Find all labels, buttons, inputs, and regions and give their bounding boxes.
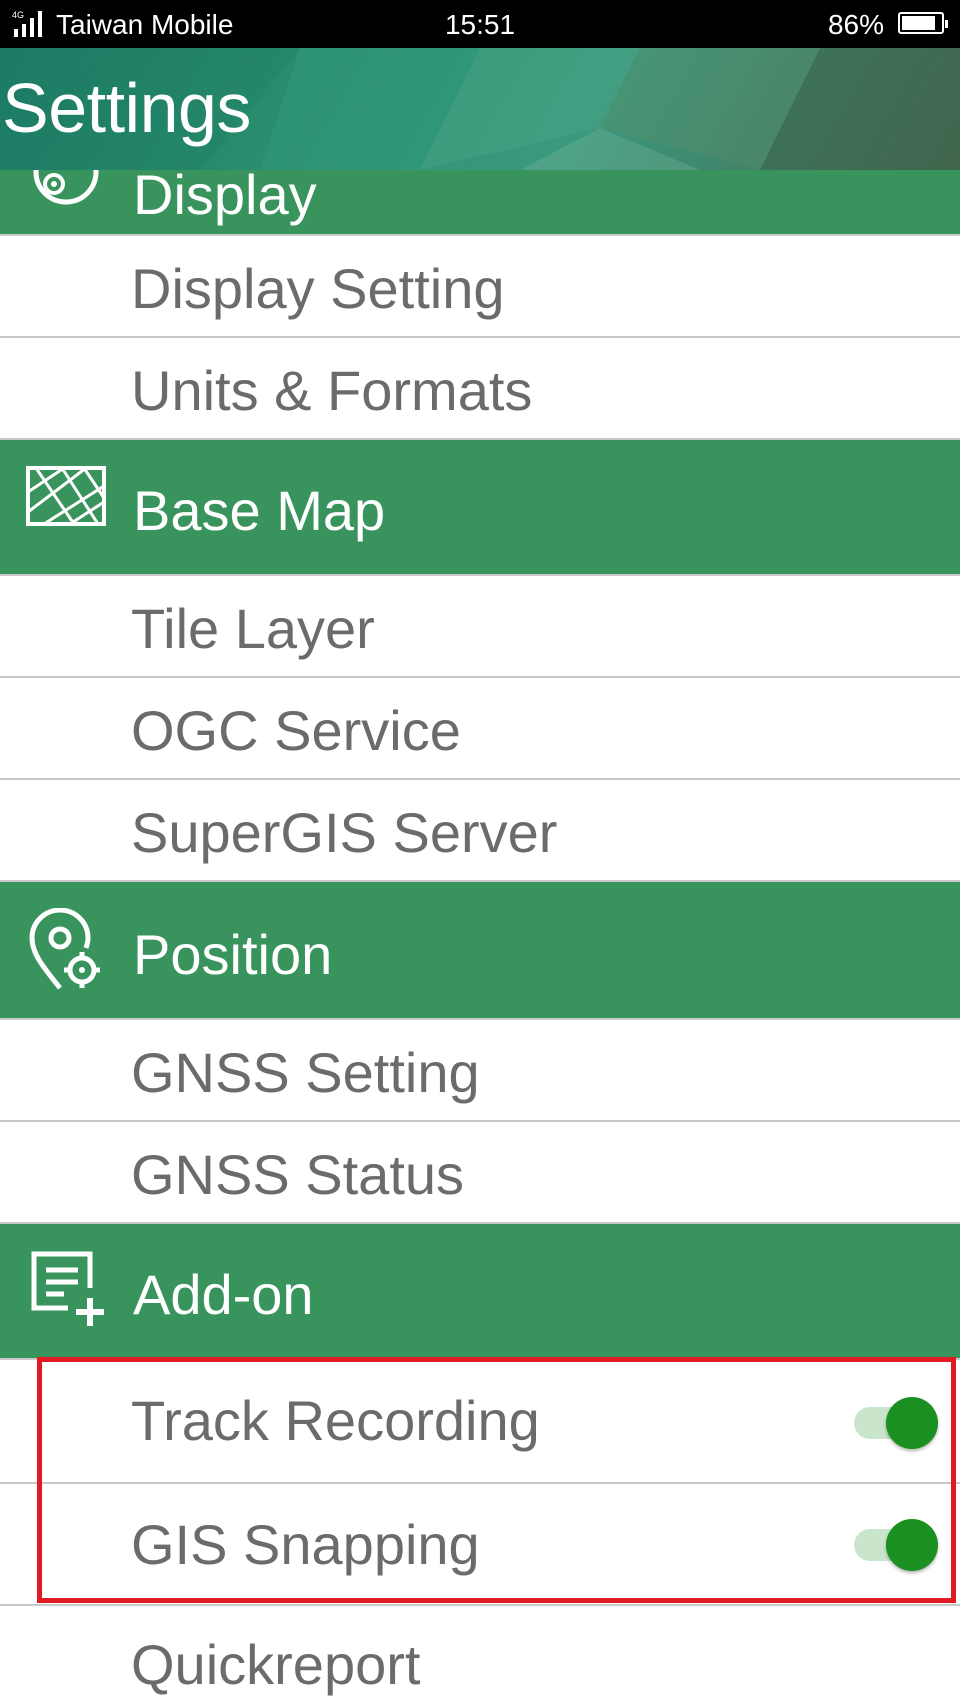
list-item-label: OGC Service bbox=[131, 699, 461, 762]
list-item-label: GNSS Setting bbox=[131, 1041, 480, 1104]
list-item-display-setting[interactable]: Display Setting bbox=[0, 236, 960, 338]
list-item-label: SuperGIS Server bbox=[131, 801, 558, 864]
add-document-icon bbox=[31, 1251, 104, 1326]
list-item-label: GIS Snapping bbox=[131, 1513, 480, 1576]
app-header: Settings bbox=[0, 48, 960, 170]
list-item-label: Display Setting bbox=[131, 257, 505, 320]
list-item-gis-snapping[interactable]: GIS Snapping bbox=[0, 1484, 960, 1606]
status-bar: 4G Taiwan Mobile 15:51 86% bbox=[0, 0, 960, 48]
list-item-label: Units & Formats bbox=[131, 359, 533, 422]
section-label: Position bbox=[133, 923, 333, 986]
list-item-label: Quickreport bbox=[131, 1633, 421, 1696]
map-icon bbox=[26, 466, 106, 526]
list-item-gnss-status[interactable]: GNSS Status bbox=[0, 1122, 960, 1224]
list-item-quickreport[interactable]: Quickreport bbox=[0, 1606, 960, 1706]
battery-percent: 86% bbox=[827, 9, 884, 40]
section-base-map: Base Map bbox=[0, 440, 960, 576]
list-item-track-recording[interactable]: Track Recording bbox=[0, 1360, 960, 1484]
section-position: Position bbox=[0, 882, 960, 1020]
list-item-label: Track Recording bbox=[131, 1389, 540, 1452]
list-item-supergis-server[interactable]: SuperGIS Server bbox=[0, 780, 960, 882]
list-item-label: Tile Layer bbox=[131, 597, 375, 660]
section-label: Add-on bbox=[133, 1263, 314, 1326]
section-label: Base Map bbox=[133, 479, 386, 542]
list-item-tile-layer[interactable]: Tile Layer bbox=[0, 576, 960, 678]
list-item-units-formats[interactable]: Units & Formats bbox=[0, 338, 960, 440]
location-target-icon bbox=[29, 908, 100, 990]
page-title: Settings bbox=[2, 69, 251, 147]
battery-icon bbox=[898, 12, 948, 34]
track-recording-toggle[interactable] bbox=[852, 1395, 938, 1449]
toggle-knob bbox=[886, 1397, 938, 1449]
toggle-knob bbox=[886, 1519, 938, 1571]
clock: 15:51 bbox=[444, 9, 516, 40]
list-item-label: GNSS Status bbox=[131, 1143, 465, 1206]
list-item-gnss-setting[interactable]: GNSS Setting bbox=[0, 1020, 960, 1122]
gis-snapping-toggle[interactable] bbox=[852, 1517, 938, 1571]
list-item-ogc-service[interactable]: OGC Service bbox=[0, 678, 960, 780]
section-add-on: Add-on bbox=[0, 1224, 960, 1360]
section-label: Display bbox=[133, 163, 317, 226]
